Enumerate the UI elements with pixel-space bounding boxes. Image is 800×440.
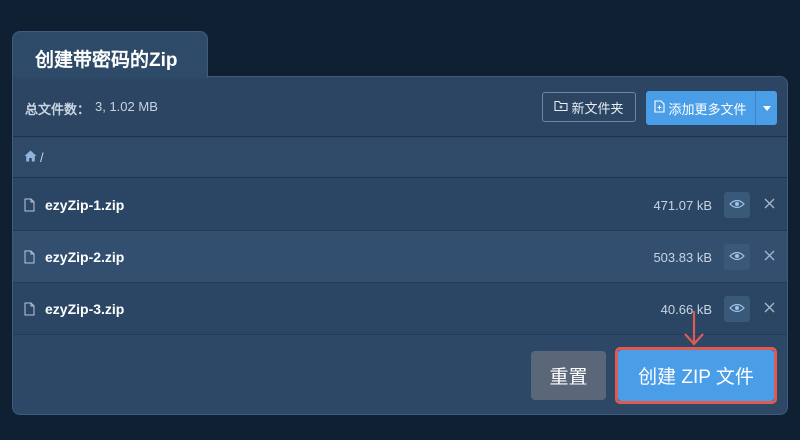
add-more-files-label: 添加更多文件 bbox=[668, 101, 747, 117]
close-icon bbox=[764, 248, 775, 266]
add-more-dropdown-toggle[interactable] bbox=[755, 91, 777, 125]
preview-button[interactable] bbox=[724, 296, 750, 322]
preview-button[interactable] bbox=[724, 192, 750, 218]
eye-icon bbox=[729, 196, 745, 214]
file-icon bbox=[24, 302, 35, 321]
new-folder-label: 新文件夹 bbox=[571, 100, 624, 116]
add-more-files-main[interactable]: 添加更多文件 bbox=[646, 91, 755, 125]
reset-label: 重置 bbox=[549, 367, 588, 388]
file-row: ezyZip-2.zip 503.83 kB bbox=[13, 231, 787, 283]
remove-file-button[interactable] bbox=[759, 298, 779, 320]
folder-plus-icon bbox=[554, 100, 569, 115]
remove-file-button[interactable] bbox=[759, 194, 779, 216]
eye-icon bbox=[729, 300, 745, 318]
file-icon bbox=[24, 250, 35, 269]
file-row: ezyZip-3.zip 40.66 kB bbox=[13, 283, 787, 335]
file-plus-icon bbox=[654, 100, 666, 116]
tab-title: 创建带密码的Zip bbox=[35, 50, 178, 71]
create-zip-label: 创建 ZIP 文件 bbox=[638, 367, 754, 388]
new-folder-button[interactable]: 新文件夹 bbox=[542, 92, 636, 122]
preview-button[interactable] bbox=[724, 244, 750, 270]
home-icon[interactable] bbox=[24, 150, 37, 165]
breadcrumb-separator: / bbox=[40, 150, 44, 165]
create-zip-button[interactable]: 创建 ZIP 文件 bbox=[618, 350, 774, 401]
add-more-files-button[interactable]: 添加更多文件 bbox=[646, 91, 777, 125]
reset-button[interactable]: 重置 bbox=[531, 351, 606, 400]
eye-icon bbox=[729, 248, 745, 266]
file-panel: 总文件数： 3, 1.02 MB 新文件夹 添加更多文件 / ezyZip-1.… bbox=[12, 76, 788, 415]
total-files-value: 3, 1.02 MB bbox=[95, 99, 158, 114]
file-name: ezyZip-2.zip bbox=[45, 249, 125, 265]
remove-file-button[interactable] bbox=[759, 246, 779, 268]
tab-create-password-zip[interactable]: 创建带密码的Zip bbox=[12, 31, 208, 78]
total-files-label: 总文件数： bbox=[25, 102, 91, 117]
file-name: ezyZip-3.zip bbox=[45, 301, 125, 317]
toolbar: 总文件数： 3, 1.02 MB 新文件夹 添加更多文件 bbox=[13, 77, 787, 137]
file-size: 503.83 kB bbox=[653, 250, 712, 265]
file-icon bbox=[24, 198, 35, 217]
close-icon bbox=[764, 300, 775, 318]
file-row: ezyZip-1.zip 471.07 kB bbox=[13, 179, 787, 231]
file-size: 471.07 kB bbox=[653, 198, 712, 213]
arrow-down-icon bbox=[683, 310, 705, 351]
file-name: ezyZip-1.zip bbox=[45, 197, 125, 213]
close-icon bbox=[764, 196, 775, 214]
breadcrumb: / bbox=[13, 138, 787, 178]
caret-down-icon bbox=[762, 105, 771, 111]
